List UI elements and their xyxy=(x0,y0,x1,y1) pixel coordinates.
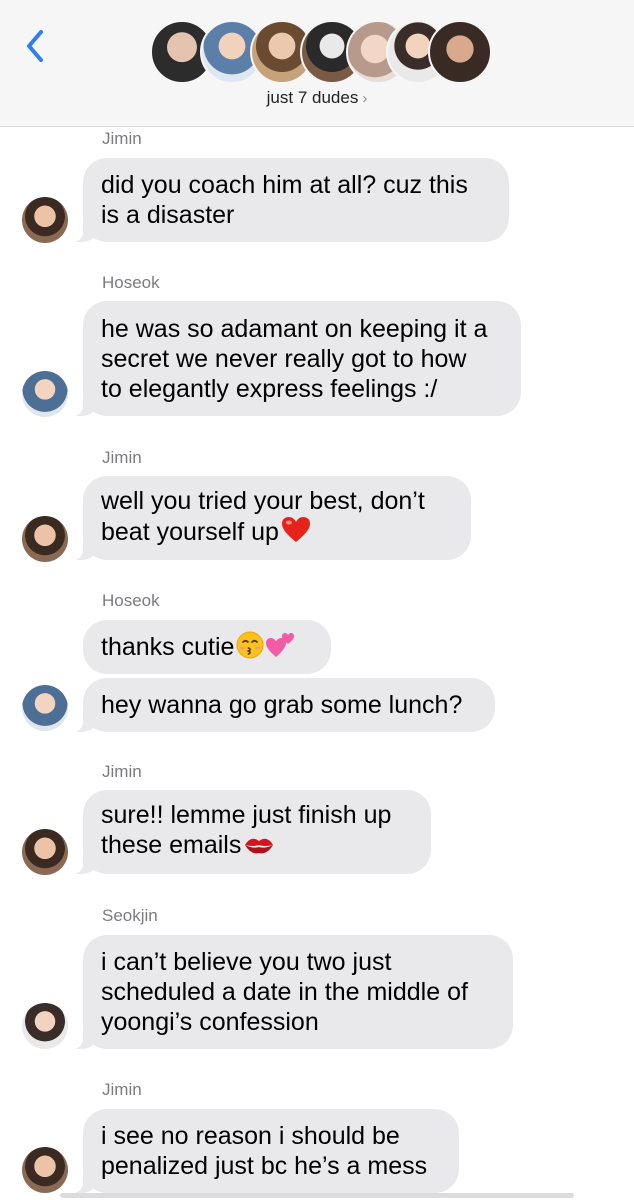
message-text: did you coach him at all? cuz this is a … xyxy=(101,171,468,229)
message-text: well you tried your best, don’t beat you… xyxy=(101,486,453,551)
message-bubble[interactable]: did you coach him at all? cuz this is a … xyxy=(71,158,509,242)
home-indicator[interactable] xyxy=(60,1193,574,1198)
sender-name: Jimin xyxy=(102,762,142,781)
message-bubble[interactable]: thanks cutie xyxy=(83,620,331,674)
chevron-left-icon xyxy=(27,30,43,62)
sender-name: Jimin xyxy=(102,448,142,467)
sender-name: Hoseok xyxy=(102,273,160,292)
sender-avatar[interactable] xyxy=(22,197,68,243)
message-bubble[interactable]: well you tried your best, don’t beat you… xyxy=(71,476,471,560)
back-button[interactable] xyxy=(22,26,52,66)
message-bubble[interactable]: i can’t believe you two just scheduled a… xyxy=(71,935,513,1049)
group-name-label: just 7 dudes xyxy=(266,88,359,107)
kissing-face-icon xyxy=(236,631,264,666)
sender-avatar[interactable] xyxy=(22,685,68,731)
sender-name: Jimin xyxy=(102,129,142,148)
sender-avatar[interactable] xyxy=(22,1147,68,1193)
message-bubble[interactable]: hey wanna go grab some lunch? xyxy=(71,678,495,732)
group-avatars[interactable] xyxy=(150,20,492,84)
message-bubble[interactable]: sure!! lemme just finish up these emails xyxy=(71,790,431,874)
kiss-mark-icon xyxy=(243,833,275,864)
sender-name: Seokjin xyxy=(102,906,158,925)
sender-avatar[interactable] xyxy=(22,371,68,417)
message-text: sure!! lemme just finish up these emails xyxy=(101,800,413,864)
message-bubble[interactable]: he was so adamant on keeping it a secret… xyxy=(71,301,521,416)
sender-avatar[interactable] xyxy=(22,829,68,875)
sender-name: Jimin xyxy=(102,1080,142,1099)
sender-name: Hoseok xyxy=(102,591,160,610)
message-text: hey wanna go grab some lunch? xyxy=(101,691,463,719)
two-hearts-icon xyxy=(266,629,296,666)
heart-icon xyxy=(281,516,311,551)
message-bubble[interactable]: i see no reason i should be penalized ju… xyxy=(71,1109,459,1193)
sender-avatar[interactable] xyxy=(22,516,68,562)
sender-avatar[interactable] xyxy=(22,1003,68,1049)
chevron-right-icon: › xyxy=(362,90,368,107)
message-text: he was so adamant on keeping it a secret… xyxy=(101,314,488,403)
message-text: thanks cutie xyxy=(101,629,313,666)
message-text: i can’t believe you two just scheduled a… xyxy=(101,948,468,1036)
member-avatar xyxy=(428,20,492,84)
conversation-header: just 7 dudes › xyxy=(0,0,634,127)
group-name-button[interactable]: just 7 dudes › xyxy=(0,88,634,108)
message-text: i see no reason i should be penalized ju… xyxy=(101,1122,428,1180)
